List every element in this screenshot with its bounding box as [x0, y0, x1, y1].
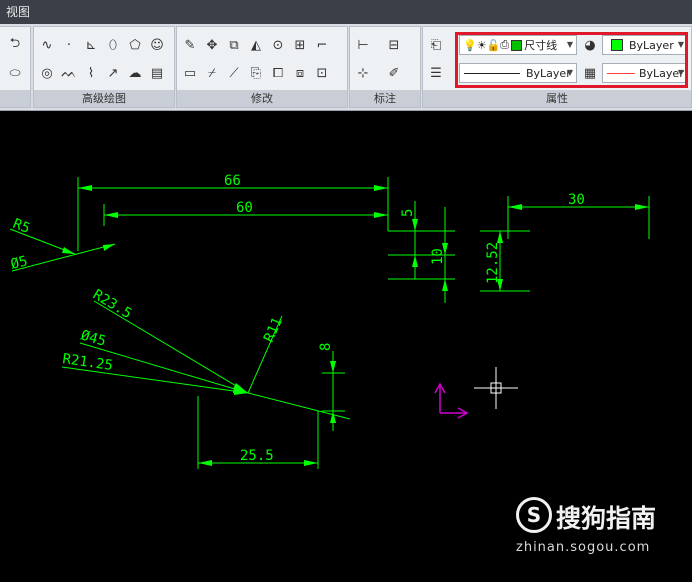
- offset-icon[interactable]: ⧈: [290, 63, 310, 83]
- polygon-icon[interactable]: ⬠: [125, 35, 145, 55]
- chevron-down-icon: ▼: [566, 68, 573, 77]
- panel-label-properties: 属性: [423, 90, 691, 107]
- dim-r5: R5: [11, 216, 33, 237]
- color-swatch: [611, 39, 623, 51]
- mirror-icon[interactable]: ◭: [246, 35, 266, 55]
- dimension-lines: [9, 177, 650, 469]
- leader-icon[interactable]: ⊟: [384, 35, 404, 55]
- dim-r11: R11: [261, 315, 286, 345]
- panel-label-modify: 修改: [177, 90, 347, 107]
- dim-25-5: 25.5: [240, 448, 274, 464]
- sogou-logo-icon: S: [516, 497, 552, 533]
- ribbon: ⮌ ⬭ ∿ · ⊾ ⬯ ⬠ ☺ ◎ ᨓ ⌇ ↗ ☁ ▤ 高级绘图 ✎ ✥ ⧉ ◭…: [0, 24, 692, 111]
- chevron-down-icon: ▼: [566, 40, 573, 49]
- move-icon[interactable]: ✥: [202, 35, 222, 55]
- user-icon[interactable]: ☺: [147, 35, 167, 55]
- dim-r23-5: R23.5: [90, 287, 134, 322]
- title-bar: 视图: [0, 0, 692, 24]
- breakline-icon[interactable]: ⌇: [81, 63, 101, 83]
- panel-annotate: ⊢ ⊟ ⊹ ✐ 标注: [349, 26, 421, 108]
- donut-icon[interactable]: ◎: [37, 63, 57, 83]
- rotate-icon[interactable]: ⊙: [268, 35, 288, 55]
- panel-partial: ⮌ ⬭: [0, 26, 31, 108]
- dimension-texts: 66 60 30 5 10 12.52 R5 Ø5 R23.5 Ø45 R21.…: [9, 173, 585, 464]
- color-wheel-icon[interactable]: ◕: [580, 35, 600, 55]
- dim-10: 10: [430, 248, 446, 265]
- dim-8: 8: [318, 343, 334, 351]
- color-dropdown[interactable]: ByLayer ▼: [602, 35, 688, 55]
- lineweight-icon[interactable]: ☰: [426, 63, 446, 83]
- panel-properties: ⎗ ☰ 💡 ☀ 🔓 ⎙ 尺寸线 ▼ ◕ ByLayer ▼ ByLayer ▼ …: [422, 26, 692, 108]
- copy-icon[interactable]: ⧉: [224, 35, 244, 55]
- return-icon[interactable]: ⮌: [5, 35, 25, 55]
- construction-line-icon[interactable]: ⊾: [81, 35, 101, 55]
- panel-label-annotate: 标注: [350, 90, 420, 107]
- watermark: S 搜狗指南 zhinan.sogou.com: [516, 497, 686, 567]
- trim-icon[interactable]: ⌿: [202, 63, 222, 83]
- linetype-line: [464, 72, 520, 74]
- layer-dropdown[interactable]: 💡 ☀ 🔓 ⎙ 尺寸线 ▼: [459, 35, 577, 55]
- rectangle-icon[interactable]: ▭: [180, 63, 200, 83]
- text-edit-icon[interactable]: ✐: [384, 63, 404, 83]
- stretch-icon[interactable]: ⎘: [246, 63, 266, 83]
- arrow-icon[interactable]: ↗: [103, 63, 123, 83]
- dimension-arrows: [62, 185, 649, 466]
- dim-12-52: 12.52: [485, 242, 501, 284]
- dim-dia5: Ø5: [9, 253, 29, 273]
- panel-modify: ✎ ✥ ⧉ ◭ ⊙ ⊞ ⌐ ▭ ⌿ ⟋ ⎘ ⧠ ⧈ ⊡ 修改: [176, 26, 348, 108]
- lightbulb-icon: 💡: [463, 38, 477, 52]
- lock-icon: 🔓: [486, 38, 501, 52]
- linetype-dropdown[interactable]: ByLayer ▼: [459, 63, 577, 83]
- watermark-brand: 搜狗指南: [556, 504, 657, 533]
- region-icon[interactable]: ⬭: [5, 63, 25, 83]
- lineweight-line: [607, 72, 635, 74]
- dim-dia45: Ø45: [79, 327, 108, 349]
- sun-icon: ☀: [476, 38, 487, 52]
- watermark-url: zhinan.sogou.com: [516, 540, 651, 555]
- extend-icon[interactable]: ⟋: [224, 63, 244, 83]
- explode-icon[interactable]: ⊡: [312, 63, 332, 83]
- layer-color-swatch: [511, 39, 523, 51]
- panel-advanced-draw: ∿ · ⊾ ⬯ ⬠ ☺ ◎ ᨓ ⌇ ↗ ☁ ▤ 高级绘图: [33, 26, 175, 108]
- revcloud-icon[interactable]: ᨓ: [59, 63, 79, 83]
- chevron-down-icon: ▼: [677, 40, 684, 49]
- panel-label-draw: 高级绘图: [34, 90, 174, 107]
- layer-name: 尺寸线: [524, 39, 558, 52]
- linear-dimension-icon[interactable]: ⊢: [353, 35, 373, 55]
- dim-r21-25: R21.25: [61, 351, 113, 374]
- array-icon[interactable]: ⊞: [290, 35, 310, 55]
- ellipse-icon[interactable]: ⬯: [103, 35, 123, 55]
- ucs-icon: [434, 382, 469, 419]
- point-icon[interactable]: ·: [59, 35, 79, 55]
- crosshair-icon: [474, 367, 518, 409]
- color-value: ByLayer: [629, 38, 674, 52]
- dim-66: 66: [224, 173, 241, 189]
- menu-view[interactable]: 视图: [6, 5, 30, 19]
- cloud-icon[interactable]: ☁: [125, 63, 145, 83]
- fillet-icon[interactable]: ⌐: [312, 35, 332, 55]
- dim-30: 30: [568, 192, 585, 208]
- drawing-canvas[interactable]: 66 60 30 5 10 12.52 R5 Ø5 R23.5 Ø45 R21.…: [0, 111, 692, 582]
- lineweight-dropdown[interactable]: ByLayer ▼: [602, 63, 688, 83]
- scale-icon[interactable]: ⧠: [268, 63, 288, 83]
- linetype-value: ByLayer: [526, 66, 571, 80]
- spline-icon[interactable]: ∿: [37, 35, 57, 55]
- dim-5: 5: [400, 209, 416, 217]
- wipeout-icon[interactable]: ▤: [147, 63, 167, 83]
- printer-icon: ⎙: [500, 38, 510, 51]
- chevron-down-icon: ▼: [677, 68, 684, 77]
- transparency-icon[interactable]: ▦: [580, 63, 600, 83]
- table-icon[interactable]: ⊹: [353, 63, 373, 83]
- dim-60: 60: [236, 200, 253, 216]
- brush-icon[interactable]: ✎: [180, 35, 200, 55]
- match-properties-icon[interactable]: ⎗: [426, 35, 446, 55]
